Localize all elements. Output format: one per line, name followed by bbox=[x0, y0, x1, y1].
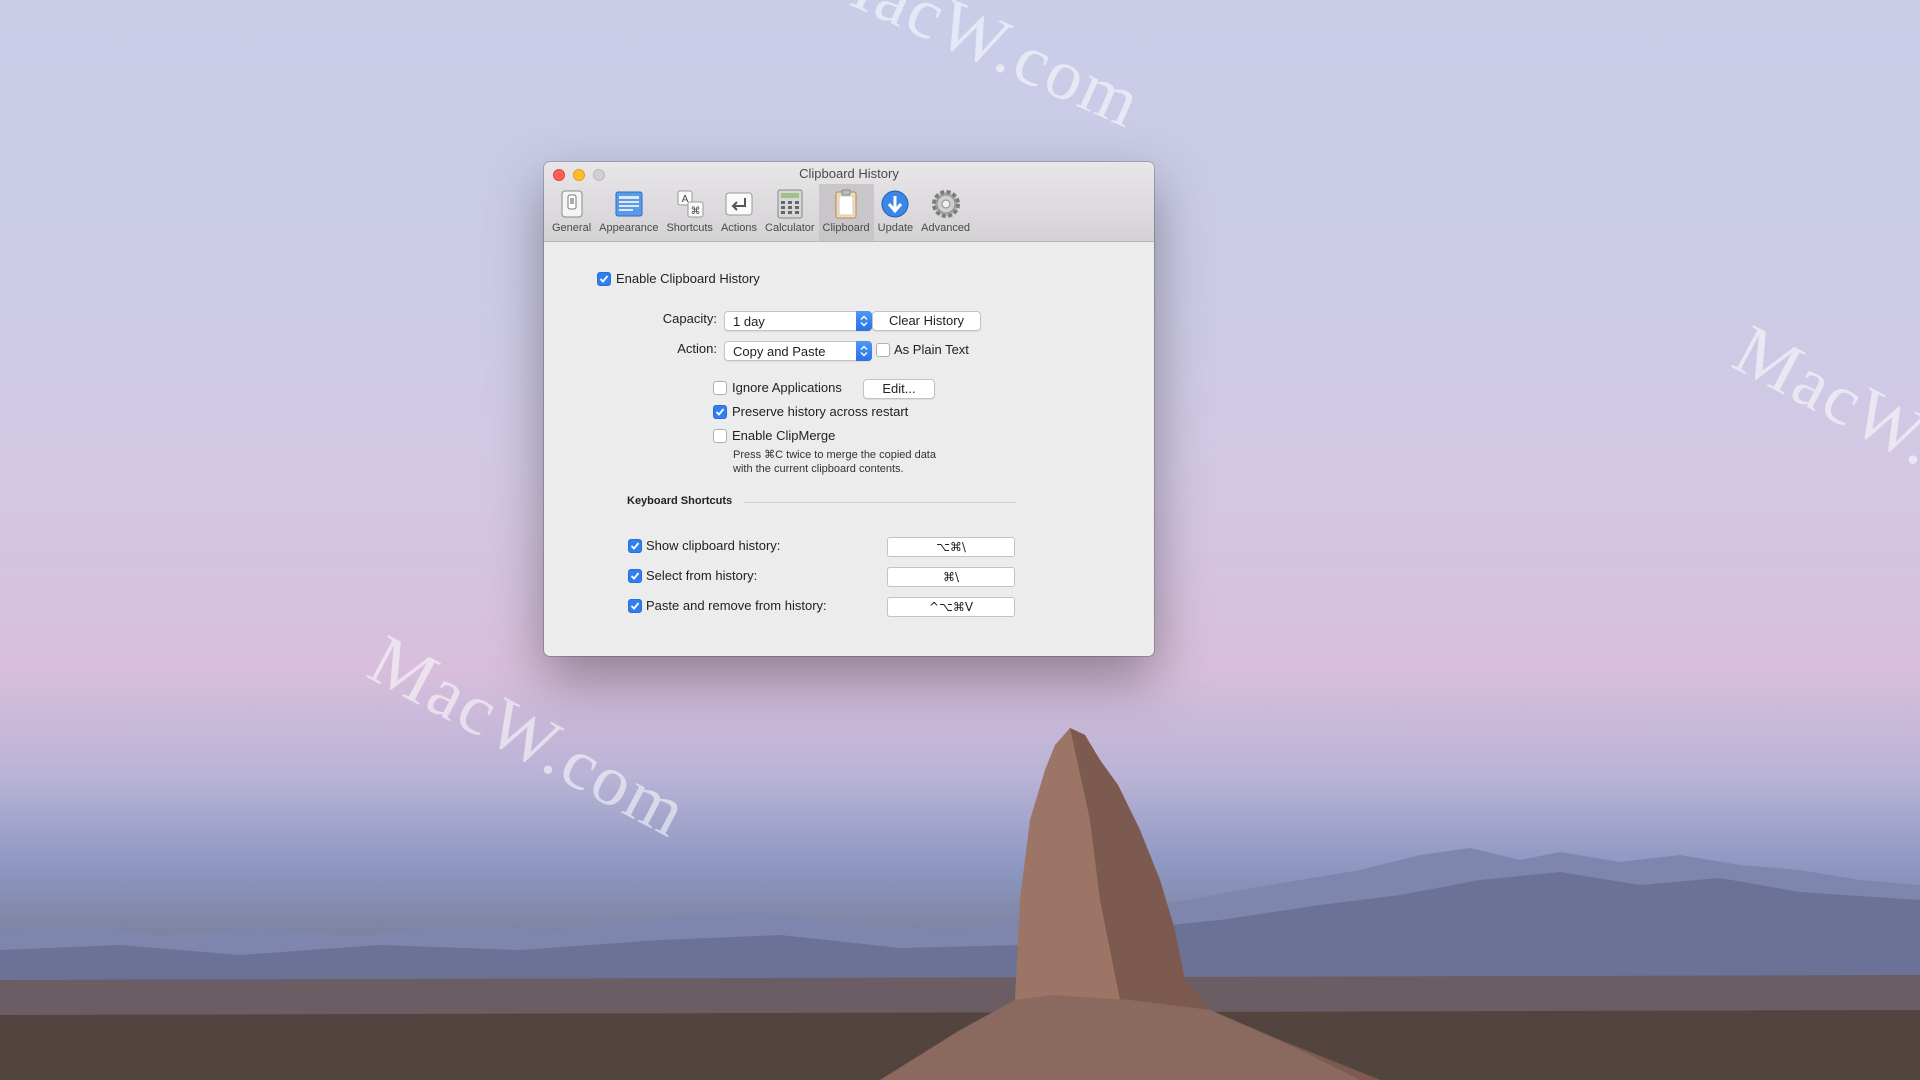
tab-update[interactable]: Update bbox=[874, 184, 917, 241]
clipboard-settings-panel: Enable Clipboard History Capacity: 1 day… bbox=[544, 242, 1154, 656]
action-popup[interactable]: Copy and Paste bbox=[724, 341, 872, 361]
action-value: Copy and Paste bbox=[733, 344, 826, 359]
svg-text:A: A bbox=[681, 194, 688, 205]
tab-actions[interactable]: Actions bbox=[717, 184, 761, 241]
preferences-window: Clipboard History General Appearance A ⌘… bbox=[544, 162, 1154, 656]
clipmerge-checkbox[interactable] bbox=[713, 429, 727, 443]
shortcut-recorder[interactable]: ⌥⌘\ bbox=[887, 537, 1015, 557]
shortcuts-icon: A ⌘ bbox=[677, 190, 704, 218]
tab-label: Calculator bbox=[765, 222, 815, 234]
checkmark-icon bbox=[599, 275, 609, 283]
shortcut-recorder[interactable]: ⌘\ bbox=[887, 567, 1015, 587]
clipmerge-label: Enable ClipMerge bbox=[732, 428, 836, 443]
tab-clipboard[interactable]: Clipboard bbox=[818, 184, 874, 241]
checkmark-icon bbox=[630, 572, 640, 580]
tab-general[interactable]: General bbox=[548, 184, 595, 241]
tab-label: Actions bbox=[720, 222, 758, 234]
edit-button[interactable]: Edit... bbox=[863, 379, 935, 399]
checkmark-icon bbox=[630, 602, 640, 610]
shortcut-label: Show clipboard history: bbox=[646, 538, 781, 553]
shortcut-checkbox[interactable] bbox=[628, 599, 642, 613]
calculator-icon bbox=[777, 189, 803, 219]
shortcut-checkbox[interactable] bbox=[628, 539, 642, 553]
plain-text-checkbox[interactable] bbox=[876, 343, 890, 357]
enable-history-label: Enable Clipboard History bbox=[616, 271, 760, 286]
ignore-applications-checkbox[interactable] bbox=[713, 381, 727, 395]
tab-advanced[interactable]: Advanced bbox=[917, 184, 974, 241]
action-label: Action: bbox=[677, 341, 717, 356]
window-title: Clipboard History bbox=[799, 166, 899, 181]
clear-history-button[interactable]: Clear History bbox=[872, 311, 981, 331]
section-divider bbox=[744, 502, 1016, 503]
tab-label: Advanced bbox=[921, 222, 971, 234]
tab-label: Clipboard bbox=[822, 222, 870, 234]
shortcut-checkbox[interactable] bbox=[628, 569, 642, 583]
appearance-icon bbox=[615, 191, 643, 217]
checkmark-icon bbox=[630, 542, 640, 550]
shortcut-recorder[interactable]: ^⌥⌘V bbox=[887, 597, 1015, 617]
preserve-history-checkbox[interactable] bbox=[713, 405, 727, 419]
ignore-applications-label: Ignore Applications bbox=[732, 380, 842, 395]
clipmerge-note: Press ⌘C twice to merge the copied data bbox=[733, 449, 936, 461]
capacity-popup[interactable]: 1 day bbox=[724, 311, 872, 331]
tab-label: Shortcuts bbox=[666, 222, 713, 234]
tab-label: General bbox=[552, 222, 592, 234]
general-icon bbox=[561, 190, 583, 218]
plain-text-label: As Plain Text bbox=[894, 342, 969, 357]
clipmerge-note: with the current clipboard contents. bbox=[733, 463, 904, 475]
tab-label: Update bbox=[877, 222, 914, 234]
tab-appearance[interactable]: Appearance bbox=[595, 184, 662, 241]
chevron-updown-icon bbox=[856, 341, 872, 361]
preferences-toolbar: General Appearance A ⌘ Shortcuts Actions… bbox=[548, 184, 974, 241]
section-title: Keyboard Shortcuts bbox=[627, 495, 733, 507]
update-icon bbox=[881, 190, 909, 218]
clipboard-icon bbox=[835, 189, 857, 219]
chevron-updown-icon bbox=[856, 311, 872, 331]
capacity-value: 1 day bbox=[733, 314, 765, 329]
tab-calculator[interactable]: Calculator bbox=[761, 184, 819, 241]
tab-label: Appearance bbox=[599, 222, 659, 234]
enable-history-checkbox[interactable] bbox=[597, 272, 611, 286]
gear-icon bbox=[931, 190, 960, 218]
tab-shortcuts[interactable]: A ⌘ Shortcuts bbox=[662, 184, 716, 241]
capacity-label: Capacity: bbox=[662, 311, 717, 326]
preserve-history-label: Preserve history across restart bbox=[732, 404, 909, 419]
checkmark-icon bbox=[715, 408, 725, 416]
svg-text:⌘: ⌘ bbox=[690, 206, 700, 217]
actions-icon bbox=[725, 192, 753, 216]
shortcut-label: Select from history: bbox=[646, 568, 758, 583]
title-bar: Clipboard History General Appearance A ⌘… bbox=[544, 162, 1154, 242]
shortcut-label: Paste and remove from history: bbox=[646, 598, 827, 613]
